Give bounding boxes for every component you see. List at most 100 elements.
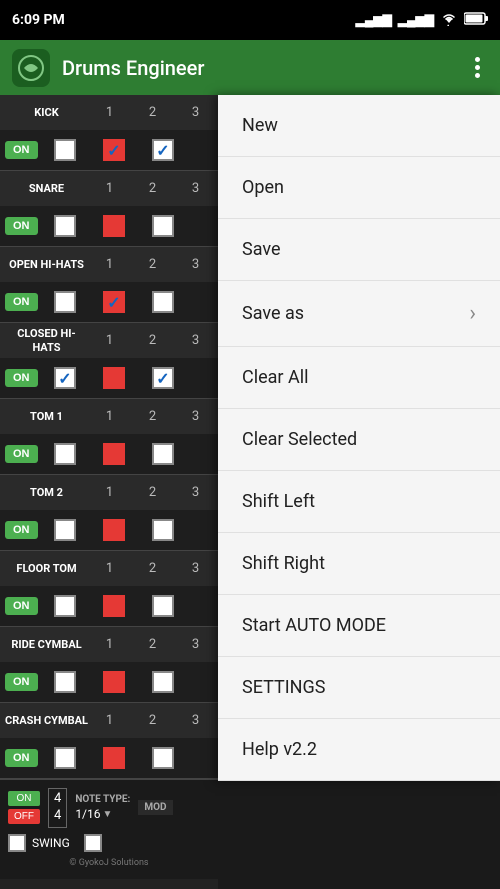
top-bar: Drums Engineer [0,40,500,95]
beat-cell: ✓ [93,139,136,161]
drum-row-bottom: ON [0,434,218,474]
beat-col-number: 2 [131,333,174,348]
drum-name: TOM 1 [0,410,88,423]
beat-checkbox[interactable] [103,595,125,617]
beat-col-number: 3 [174,181,217,196]
drum-on-button[interactable]: ON [5,369,38,387]
beat-checkbox[interactable] [54,291,76,313]
drum-row-bottom: ON [0,662,218,702]
menu-item-save-as[interactable]: Save as [218,281,500,347]
drum-name: KICK [0,106,88,119]
drum-row-bottom: ON ✓ [0,282,218,322]
beat-cell [93,747,136,769]
swing-checkbox-2[interactable] [84,834,102,852]
beat-checkbox[interactable]: ✓ [103,139,125,161]
beat-checkbox[interactable]: ✓ [152,367,174,389]
beat-cell [44,595,87,617]
wifi-icon [440,12,458,29]
beat-col-number: 2 [131,561,174,576]
menu-item-start-auto-mode[interactable]: Start AUTO MODE [218,595,500,657]
beat-checkbox[interactable] [103,671,125,693]
menu-item-help-v2.2[interactable]: Help v2.2 [218,719,500,781]
beat-checkbox[interactable] [54,747,76,769]
beat-checkbox[interactable] [54,443,76,465]
beat-checkbox[interactable] [54,595,76,617]
menu-item-open[interactable]: Open [218,157,500,219]
beat-checkbox[interactable] [152,519,174,541]
beat-checkbox[interactable] [152,595,174,617]
beat-col-number: 3 [174,257,217,272]
beat-checkbox[interactable] [152,215,174,237]
beat-checkbox[interactable] [152,443,174,465]
drum-row-top: KICK123 [0,95,218,130]
beat-checkbox[interactable] [152,291,174,313]
beat-cell [93,595,136,617]
drum-on-button[interactable]: ON [5,521,38,539]
menu-item-shift-right[interactable]: Shift Right [218,533,500,595]
beat-checkbox[interactable] [152,747,174,769]
menu-item-clear-all[interactable]: Clear All [218,347,500,409]
beat-checkbox[interactable] [103,367,125,389]
drum-on-button[interactable]: ON [5,673,38,691]
beat-cell [142,215,185,237]
beat-checkbox[interactable] [152,671,174,693]
beat-cell: ✓ [142,367,185,389]
beat-col-number: 2 [131,105,174,120]
overflow-menu-button[interactable] [467,53,488,82]
swing-label: SWING [32,836,70,850]
beat-col-number: 1 [88,561,131,576]
beat-col-number: 3 [174,485,217,500]
drum-row-top: OPEN HI-HATS123 [0,247,218,282]
off-button[interactable]: OFF [8,809,40,824]
status-icons: ▂▄▆▇ ▂▄▆▇ [356,12,488,29]
beat-cell [44,291,87,313]
swing-checkbox[interactable] [8,834,26,852]
beat-checkbox[interactable]: ✓ [103,291,125,313]
drum-row-bottom: ON [0,206,218,246]
drum-on-button[interactable]: ON [5,749,38,767]
beat-checkbox[interactable] [103,443,125,465]
beat-col-number: 1 [88,257,131,272]
beat-cell [142,671,185,693]
beat-checkbox[interactable] [54,215,76,237]
bottom-controls: ON OFF 4 4 NOTE TYPE: 1/16 ▼ MOD [0,779,218,879]
beat-checkbox[interactable] [103,747,125,769]
beat-checkbox[interactable]: ✓ [54,367,76,389]
menu-item-clear-selected[interactable]: Clear Selected [218,409,500,471]
beat-checkbox[interactable] [103,215,125,237]
beat-cell [44,519,87,541]
drum-name: OPEN HI-HATS [0,258,88,271]
drum-on-button[interactable]: ON [5,597,38,615]
drum-row: RIDE CYMBAL123ON [0,627,218,703]
beat-col-number: 3 [174,637,217,652]
beat-col-number: 1 [88,713,131,728]
status-time: 6:09 PM [12,12,65,28]
menu-item-save[interactable]: Save [218,219,500,281]
drum-on-button[interactable]: ON [5,445,38,463]
drum-name: TOM 2 [0,486,88,499]
beat-cell [44,747,87,769]
note-value-container[interactable]: 1/16 ▼ [75,807,130,821]
menu-item-new[interactable]: New [218,95,500,157]
drum-row-top: TOM 2123 [0,475,218,510]
drum-row-bottom: ON ✓ ✓ [0,358,218,398]
mode-label: MOD [138,800,172,815]
time-sig-top: 4 [54,791,61,808]
drum-row-top: CLOSED HI-HATS123 [0,323,218,358]
beat-cell [44,443,87,465]
time-signature[interactable]: 4 4 [48,788,67,828]
menu-item-settings[interactable]: SETTINGS [218,657,500,719]
beat-checkbox[interactable] [103,519,125,541]
on-button[interactable]: ON [8,791,40,806]
menu-item-shift-left[interactable]: Shift Left [218,471,500,533]
drum-on-button[interactable]: ON [5,217,38,235]
beat-checkbox[interactable] [54,139,76,161]
beat-col-number: 2 [131,485,174,500]
beat-checkbox[interactable] [54,519,76,541]
beat-checkbox[interactable] [54,671,76,693]
beat-cell [142,747,185,769]
beat-checkbox[interactable]: ✓ [152,139,174,161]
drum-on-button[interactable]: ON [5,141,38,159]
drum-on-button[interactable]: ON [5,293,38,311]
app-title: Drums Engineer [62,56,455,80]
